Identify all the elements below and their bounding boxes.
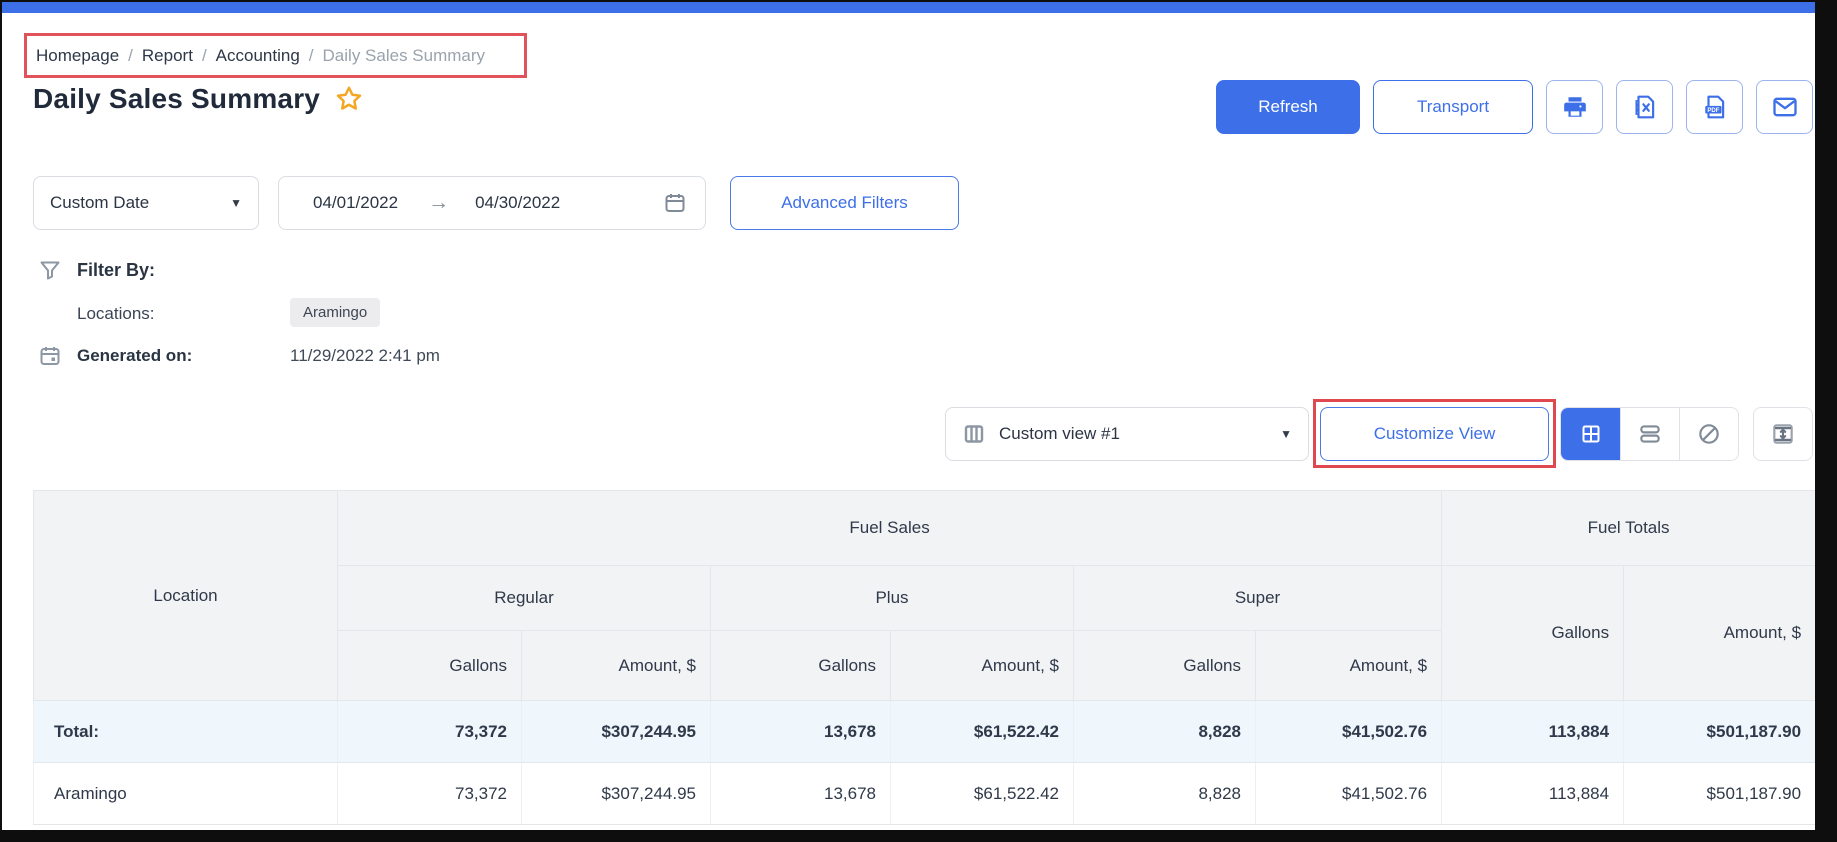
refresh-button[interactable]: Refresh — [1216, 80, 1360, 134]
printer-icon — [1562, 94, 1588, 120]
expand-rows-button[interactable] — [1753, 407, 1813, 461]
breadcrumb-separator: / — [201, 45, 207, 65]
period-select-value: Custom Date — [50, 193, 150, 212]
header-actions: Refresh Transport PDF — [1216, 80, 1813, 134]
email-button[interactable] — [1756, 80, 1813, 134]
cell-plus-amount: $61,522.42 — [890, 762, 1074, 825]
locations-label: Locations: — [77, 304, 155, 323]
breadcrumb: Homepage / Report / Accounting / Daily S… — [36, 46, 485, 66]
page-title: Daily Sales Summary — [33, 83, 321, 114]
cell-totals-amount: $501,187.90 — [1623, 700, 1815, 763]
breadcrumb-current: Daily Sales Summary — [322, 45, 486, 65]
cell-totals-amount: $501,187.90 — [1623, 762, 1815, 825]
period-select[interactable]: Custom Date ▼ — [33, 176, 259, 230]
view-mode-toggle — [1560, 407, 1739, 461]
col-header-super-amount[interactable]: Amount, $ — [1254, 630, 1443, 701]
col-group-regular: Regular — [337, 565, 711, 631]
svg-text:PDF: PDF — [1707, 108, 1719, 114]
cell-regular-gallons: 73,372 — [337, 700, 522, 763]
cell-super-amount: $41,502.76 — [1254, 762, 1443, 825]
breadcrumb-separator: / — [128, 45, 133, 65]
location-filter-badge: Aramingo — [290, 298, 381, 327]
date-from-value: 04/01/2022 — [313, 193, 399, 212]
pdf-file-icon: PDF — [1702, 94, 1728, 120]
cell-regular-amount: $307,244.95 — [521, 762, 711, 825]
rows-icon — [1637, 421, 1663, 447]
cell-super-gallons: 8,828 — [1073, 700, 1256, 763]
table-row-total: Total: 73,372 $307,244.95 13,678 $61,522… — [33, 700, 1815, 763]
chart-view-button[interactable] — [1679, 408, 1738, 460]
cell-plus-amount: $61,522.42 — [890, 700, 1074, 763]
col-header-location[interactable]: Location — [33, 490, 338, 701]
cell-plus-gallons: 13,678 — [710, 700, 891, 763]
row-label: Total: — [33, 700, 338, 763]
chevron-down-icon: ▼ — [1280, 427, 1292, 441]
col-group-fuel-sales: Fuel Sales — [336, 490, 1443, 566]
print-button[interactable] — [1546, 80, 1603, 134]
customize-view-button[interactable]: Customize View — [1320, 406, 1549, 461]
col-header-totals-amount[interactable]: Amount, $ — [1623, 565, 1815, 701]
breadcrumb-highlight-box: Homepage / Report / Accounting / Daily S… — [24, 33, 527, 78]
col-header-plus-amount[interactable]: Amount, $ — [890, 630, 1074, 701]
generated-on-label: Generated on: — [77, 346, 193, 365]
breadcrumb-accounting[interactable]: Accounting — [216, 46, 300, 66]
rows-view-button[interactable] — [1620, 408, 1679, 460]
cell-super-amount: $41,502.76 — [1254, 700, 1443, 763]
customize-view-highlight-box: Customize View — [1313, 399, 1556, 468]
pie-chart-icon — [1696, 421, 1722, 447]
cell-plus-gallons: 13,678 — [710, 762, 891, 825]
col-group-fuel-totals: Fuel Totals — [1441, 490, 1815, 566]
col-header-totals-gallons[interactable]: Gallons — [1441, 565, 1625, 701]
columns-icon — [962, 422, 986, 446]
envelope-icon — [1771, 93, 1799, 121]
col-header-plus-gallons[interactable]: Gallons — [710, 630, 891, 701]
daily-sales-table: Location Fuel Sales Fuel Totals Regular … — [33, 490, 1815, 825]
report-page: Homepage / Report / Accounting / Daily S… — [2, 2, 1815, 830]
top-accent-bar — [2, 2, 1815, 13]
cell-super-gallons: 8,828 — [1073, 762, 1256, 825]
arrow-right-icon: → — [428, 191, 450, 214]
date-to-value: 04/30/2022 — [475, 193, 561, 212]
favorite-star-icon[interactable] — [334, 84, 364, 114]
generated-on-value: 11/29/2022 2:41 pm — [290, 346, 440, 365]
export-excel-button[interactable] — [1616, 80, 1673, 134]
export-pdf-button[interactable]: PDF — [1686, 80, 1743, 134]
row-label[interactable]: Aramingo — [33, 762, 338, 825]
cell-regular-gallons: 73,372 — [337, 762, 522, 825]
col-header-regular-gallons[interactable]: Gallons — [337, 630, 522, 701]
breadcrumb-report[interactable]: Report — [142, 46, 193, 66]
custom-view-select-value: Custom view #1 — [999, 424, 1120, 443]
calendar-icon — [38, 344, 62, 368]
breadcrumb-separator: / — [308, 45, 314, 65]
date-range-picker[interactable]: 04/01/2022 → 04/30/2022 — [278, 176, 706, 230]
col-group-plus: Plus — [710, 565, 1074, 631]
col-group-super: Super — [1072, 565, 1443, 631]
table-row-location[interactable]: Aramingo 73,372 $307,244.95 13,678 $61,5… — [33, 762, 1815, 825]
cell-regular-amount: $307,244.95 — [521, 700, 711, 763]
funnel-icon — [38, 258, 62, 282]
calendar-icon — [663, 191, 687, 215]
col-header-super-gallons[interactable]: Gallons — [1073, 630, 1256, 701]
custom-view-select[interactable]: Custom view #1 ▼ — [945, 407, 1309, 461]
chevron-down-icon: ▼ — [230, 196, 242, 210]
advanced-filters-button[interactable]: Advanced Filters — [730, 176, 959, 230]
cell-totals-gallons: 113,884 — [1441, 762, 1625, 825]
transport-button[interactable]: Transport — [1373, 80, 1533, 134]
filter-by-label: Filter By: — [77, 260, 156, 280]
row-height-icon — [1770, 421, 1796, 447]
excel-file-icon — [1632, 94, 1658, 120]
breadcrumb-homepage[interactable]: Homepage — [36, 46, 119, 66]
grid-icon — [1579, 422, 1603, 446]
col-header-regular-amount[interactable]: Amount, $ — [521, 630, 711, 701]
cell-totals-gallons: 113,884 — [1441, 700, 1625, 763]
grid-view-button[interactable] — [1561, 408, 1620, 460]
